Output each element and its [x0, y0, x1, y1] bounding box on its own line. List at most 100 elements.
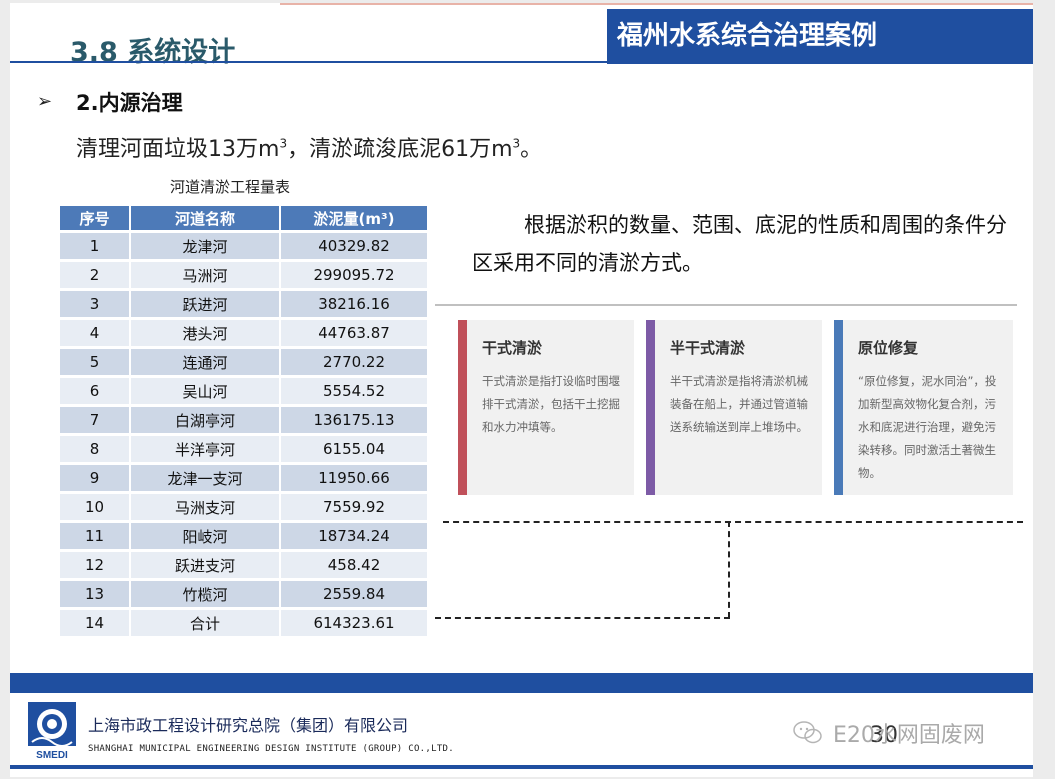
summary-sup2: 3	[512, 136, 521, 151]
header-rule	[10, 61, 1033, 63]
card-in-situ-remediation: 原位修复 “原位修复，泥水同治”，投加新型高效物化复合剂，污水和底泥进行治理，避…	[834, 320, 1013, 495]
cell-volume: 44763.87	[281, 320, 427, 346]
cell-index: 13	[60, 581, 129, 607]
table-row: 11 阳岐河 18734.24	[60, 523, 427, 549]
cell-volume: 299095.72	[281, 262, 427, 288]
cell-volume: 2770.22	[281, 349, 427, 375]
cell-volume: 614323.61	[281, 610, 427, 636]
organization-name-en: SHANGHAI MUNICIPAL ENGINEERING DESIGN IN…	[88, 744, 454, 754]
table-row: 2 马洲河 299095.72	[60, 262, 427, 288]
cell-index: 11	[60, 523, 129, 549]
cell-volume: 5554.52	[281, 378, 427, 404]
section-divider	[435, 304, 1017, 306]
section-title: 3.8 系统设计	[70, 37, 236, 68]
cell-river-name: 合计	[131, 610, 279, 636]
table-row: 4 港头河 44763.87	[60, 320, 427, 346]
card-title: 干式清淤	[482, 339, 543, 357]
card-dry-dredging: 干式清淤 干式清淤是指打设临时围堰排干式清淤，包括干土挖掘和水力冲填等。	[458, 320, 634, 495]
cell-volume: 40329.82	[281, 233, 427, 259]
header-sludge-volume: 淤泥量(m³)	[281, 206, 427, 230]
cell-index: 2	[60, 262, 129, 288]
cell-index: 10	[60, 494, 129, 520]
summary-part1: 清理河面垃圾13万m	[76, 137, 280, 162]
table-caption: 河道清淤工程量表	[170, 178, 291, 196]
dashed-connector-bottom	[435, 617, 730, 619]
table-header-row: 序号 河道名称 淤泥量(m³)	[60, 206, 427, 230]
cell-river-name: 阳岐河	[131, 523, 279, 549]
table-row: 5 连通河 2770.22	[60, 349, 427, 375]
header-river-name: 河道名称	[131, 206, 279, 230]
cell-index: 6	[60, 378, 129, 404]
table-row: 3 跃进河 38216.16	[60, 291, 427, 317]
cell-river-name: 连通河	[131, 349, 279, 375]
header-index: 序号	[60, 206, 129, 230]
card-title: 半干式清淤	[670, 339, 746, 357]
cell-river-name: 竹榄河	[131, 581, 279, 607]
card-accent-bar	[458, 320, 467, 495]
card-description: “原位修复，泥水同治”，投加新型高效物化复合剂，污水和底泥进行治理，避免污染转移…	[858, 374, 997, 480]
cell-volume: 458.42	[281, 552, 427, 578]
cell-index: 9	[60, 465, 129, 491]
cell-index: 1	[60, 233, 129, 259]
cell-volume: 136175.13	[281, 407, 427, 433]
cell-index: 5	[60, 349, 129, 375]
summary-text: 清理河面垃圾13万m3，清淤疏浚底泥61万m3。	[76, 131, 542, 163]
card-description: 半干式清淤是指将清淤机械装备在船上，并通过管道输送系统输送到岸上堆场中。	[670, 374, 808, 434]
card-accent-bar	[646, 320, 655, 495]
card-description: 干式清淤是指打设临时围堰排干式清淤，包括干土挖掘和水力冲填等。	[482, 374, 620, 434]
slide: 3.8 系统设计 福州水系综合治理案例 ➢ 2.内源治理 清理河面垃圾13万m3…	[10, 3, 1033, 777]
table-row: 9 龙津一支河 11950.66	[60, 465, 427, 491]
logo-text: SMEDI	[36, 750, 68, 760]
table-row: 12 跃进支河 458.42	[60, 552, 427, 578]
summary-part2: ，清淤疏浚底泥61万m	[287, 137, 513, 162]
wechat-icon	[793, 721, 822, 744]
bullet-arrow-icon: ➢	[37, 91, 53, 112]
organization-name-cn: 上海市政工程设计研究总院（集团）有限公司	[88, 716, 409, 735]
cell-index: 8	[60, 436, 129, 462]
cell-index: 4	[60, 320, 129, 346]
card-semi-dry-dredging: 半干式清淤 半干式清淤是指将清淤机械装备在船上，并通过管道输送系统输送到岸上堆场…	[646, 320, 822, 495]
table-row-total: 14 合计 614323.61	[60, 610, 427, 636]
summary-part3: 。	[520, 137, 543, 162]
table-row: 6 吴山河 5554.52	[60, 378, 427, 404]
smedi-logo-icon: SMEDI	[28, 702, 76, 760]
cell-river-name: 龙津一支河	[131, 465, 279, 491]
card-accent-bar	[834, 320, 843, 495]
dredging-table: 序号 河道名称 淤泥量(m³) 1 龙津河 40329.82 2 马洲河 299…	[58, 203, 429, 639]
cell-index: 7	[60, 407, 129, 433]
cell-river-name: 港头河	[131, 320, 279, 346]
cell-river-name: 半洋亭河	[131, 436, 279, 462]
top-accent-bar	[280, 3, 1033, 5]
cell-river-name: 吴山河	[131, 378, 279, 404]
cell-index: 3	[60, 291, 129, 317]
cell-river-name: 马洲河	[131, 262, 279, 288]
dashed-connector-vertical	[728, 521, 730, 618]
footer-band	[10, 673, 1033, 693]
cell-river-name: 马洲支河	[131, 494, 279, 520]
cell-river-name: 跃进河	[131, 291, 279, 317]
dashed-connector-top	[443, 521, 1023, 523]
cell-volume: 7559.92	[281, 494, 427, 520]
cell-volume: 38216.16	[281, 291, 427, 317]
cell-volume: 11950.66	[281, 465, 427, 491]
table-row: 1 龙津河 40329.82	[60, 233, 427, 259]
cell-volume: 6155.04	[281, 436, 427, 462]
table-row: 8 半洋亭河 6155.04	[60, 436, 427, 462]
cell-river-name: 白湖亭河	[131, 407, 279, 433]
method-description: 根据淤积的数量、范围、底泥的性质和周围的条件分区采用不同的清淤方式。	[472, 213, 1007, 275]
sub-heading: 2.内源治理	[76, 91, 183, 115]
watermark-text: E20水网固废网	[833, 723, 985, 748]
cell-volume: 2559.84	[281, 581, 427, 607]
cell-river-name: 跃进支河	[131, 552, 279, 578]
cell-volume: 18734.24	[281, 523, 427, 549]
summary-sup1: 3	[279, 136, 288, 151]
cell-river-name: 龙津河	[131, 233, 279, 259]
case-title-banner: 福州水系综合治理案例	[607, 9, 1033, 64]
cell-index: 14	[60, 610, 129, 636]
footer-line	[10, 765, 1033, 769]
table-row: 13 竹榄河 2559.84	[60, 581, 427, 607]
table-row: 10 马洲支河 7559.92	[60, 494, 427, 520]
cell-index: 12	[60, 552, 129, 578]
table-row: 7 白湖亭河 136175.13	[60, 407, 427, 433]
card-title: 原位修复	[858, 339, 919, 357]
